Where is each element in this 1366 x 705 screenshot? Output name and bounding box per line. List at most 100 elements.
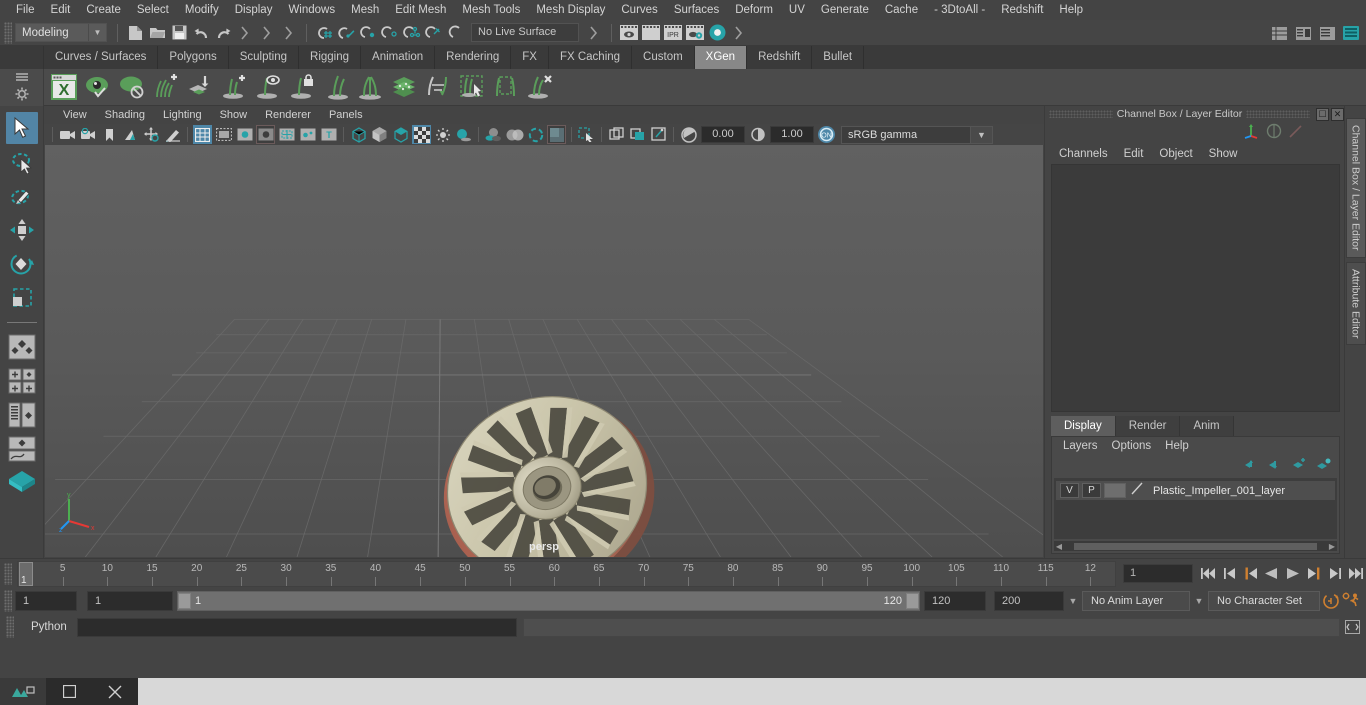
anim-layer-dropdown-icon[interactable]: ▼ [1064,596,1082,606]
hypershade-layout[interactable] [6,467,38,499]
gate-mask-icon[interactable] [256,125,275,144]
undo-icon[interactable] [190,22,212,44]
shelf-tab-rendering[interactable]: Rendering [435,46,512,69]
menu-cache[interactable]: Cache [877,0,926,20]
layer-row[interactable]: V P Plastic_Impeller_001_layer [1056,481,1335,500]
command-input[interactable] [77,617,517,637]
save-scene-icon[interactable] [168,22,190,44]
layer-list[interactable]: V P Plastic_Impeller_001_layer [1054,478,1337,539]
image-plane-icon[interactable] [121,125,140,144]
xgen-preview-off-icon[interactable] [115,71,148,104]
live-surface-field[interactable]: No Live Surface [471,23,579,42]
shelf-tab-sculpting[interactable]: Sculpting [228,46,300,69]
menu-display[interactable]: Display [227,0,281,20]
menu-mesh[interactable]: Mesh [343,0,387,20]
shelf-tab-fx[interactable]: FX [511,46,549,69]
layer-menu-help[interactable]: Help [1158,437,1196,456]
character-set-field[interactable]: No Character Set [1208,591,1320,611]
menu-modify[interactable]: Modify [177,0,227,20]
camera-attributes-icon[interactable] [79,125,98,144]
menu-redshift[interactable]: Redshift [993,0,1051,20]
anim-layer-field[interactable]: No Anim Layer [1082,591,1190,611]
new-layer-icon[interactable] [1292,457,1307,475]
menu-edit[interactable]: Edit [43,0,79,20]
panel-drag-handle-right[interactable] [1246,110,1310,118]
show-hide-tool-settings-icon[interactable] [1316,22,1338,44]
close-panel-icon[interactable]: ✕ [1331,107,1344,121]
color-space-field[interactable]: sRGB gamma [841,125,971,144]
channel-box-content[interactable] [1051,164,1340,412]
auto-keyframe-icon[interactable] [1320,590,1341,612]
menu-mesh-tools[interactable]: Mesh Tools [454,0,528,20]
attribute-editor-toggle-icon[interactable] [1266,123,1282,144]
select-by-hierarchy-icon[interactable] [583,22,605,44]
wireframe-icon[interactable] [349,125,368,144]
xgen-select-guides-icon[interactable] [455,71,488,104]
depth-of-field-icon[interactable] [547,125,566,144]
xgen-region-select-icon[interactable] [489,71,522,104]
viewport-menu-view[interactable]: View [54,106,96,124]
film-gate-icon[interactable] [214,125,233,144]
smooth-shade-all-icon[interactable] [370,125,389,144]
xgen-delete-guides-icon[interactable] [523,71,556,104]
modeling-toolkit-icon[interactable] [1288,123,1304,144]
shadows-icon[interactable] [454,125,473,144]
select-by-hierarchy-icon[interactable] [728,22,750,44]
vtab-channel-box[interactable]: Channel Box / Layer Editor [1345,118,1366,258]
shelf-tab-custom[interactable]: Custom [632,46,695,69]
show-hide-channel-box-icon[interactable] [1340,22,1362,44]
wireframe-on-shaded-icon[interactable] [412,125,431,144]
viewport-menu-panels[interactable]: Panels [320,106,372,124]
select-by-hierarchy-icon[interactable] [234,22,256,44]
scroll-thumb[interactable] [1074,542,1317,550]
grid-toggle-icon[interactable] [193,125,212,144]
outliner-persp-layout[interactable] [6,399,38,431]
go-to-end-icon[interactable] [1345,563,1366,585]
shade-selected-icon[interactable] [391,125,410,144]
view-transform-toggle-icon[interactable]: ON [817,125,836,144]
menu-file[interactable]: File [8,0,43,20]
xgen-guide-visibility-icon[interactable] [251,71,284,104]
use-all-lights-icon[interactable] [433,125,452,144]
menu-generate[interactable]: Generate [813,0,877,20]
menu-help[interactable]: Help [1051,0,1091,20]
lasso-select-tool[interactable] [6,146,38,178]
open-scene-icon[interactable] [146,22,168,44]
shelf-tab-curves-surfaces[interactable]: Curves / Surfaces [44,46,159,69]
playback-end-field[interactable]: 120 [924,591,986,611]
layer-menu-options[interactable]: Options [1105,437,1159,456]
menu-deform[interactable]: Deform [727,0,781,20]
rotate-tool[interactable] [6,248,38,280]
xgen-add-description-icon[interactable] [149,71,182,104]
snap-to-vertex-icon[interactable] [445,22,467,44]
viewport-menu-lighting[interactable]: Lighting [154,106,211,124]
step-forward-frame-icon[interactable] [1303,563,1324,585]
2d-pan-zoom-icon[interactable] [142,125,161,144]
show-hide-modeling-toolkit-icon[interactable] [1268,22,1290,44]
close-icon[interactable] [92,678,138,705]
snap-to-view-plane-icon[interactable] [401,22,423,44]
shelf-tab-polygons[interactable]: Polygons [158,46,229,69]
command-line-gripper[interactable] [6,616,14,638]
menu-mesh-display[interactable]: Mesh Display [528,0,613,20]
viewport-menu-shading[interactable]: Shading [96,106,154,124]
xgen-editor-icon[interactable]: X [47,71,80,104]
range-start-handle[interactable] [178,593,191,609]
range-end-field[interactable]: 200 [994,591,1064,611]
channel-box-icon[interactable] [1243,122,1260,144]
layer-name[interactable]: Plastic_Impeller_001_layer [1148,485,1285,497]
step-back-frame-icon[interactable] [1240,563,1261,585]
current-frame-field[interactable]: 1 [1123,564,1193,583]
step-forward-keyframe-icon[interactable] [1324,563,1345,585]
motion-blur-icon[interactable] [505,125,524,144]
shelf-tab-xgen[interactable]: XGen [694,46,748,69]
layer-playback-toggle[interactable]: P [1082,483,1101,498]
cb-menu-object[interactable]: Object [1151,144,1200,164]
menu-edit-mesh[interactable]: Edit Mesh [387,0,454,20]
xgen-import-collection-icon[interactable] [183,71,216,104]
bookmark-icon[interactable] [100,125,119,144]
move-layer-down-icon[interactable] [1268,457,1283,475]
redo-icon[interactable] [212,22,234,44]
menu-curves[interactable]: Curves [613,0,665,20]
make-live-icon[interactable] [423,22,445,44]
